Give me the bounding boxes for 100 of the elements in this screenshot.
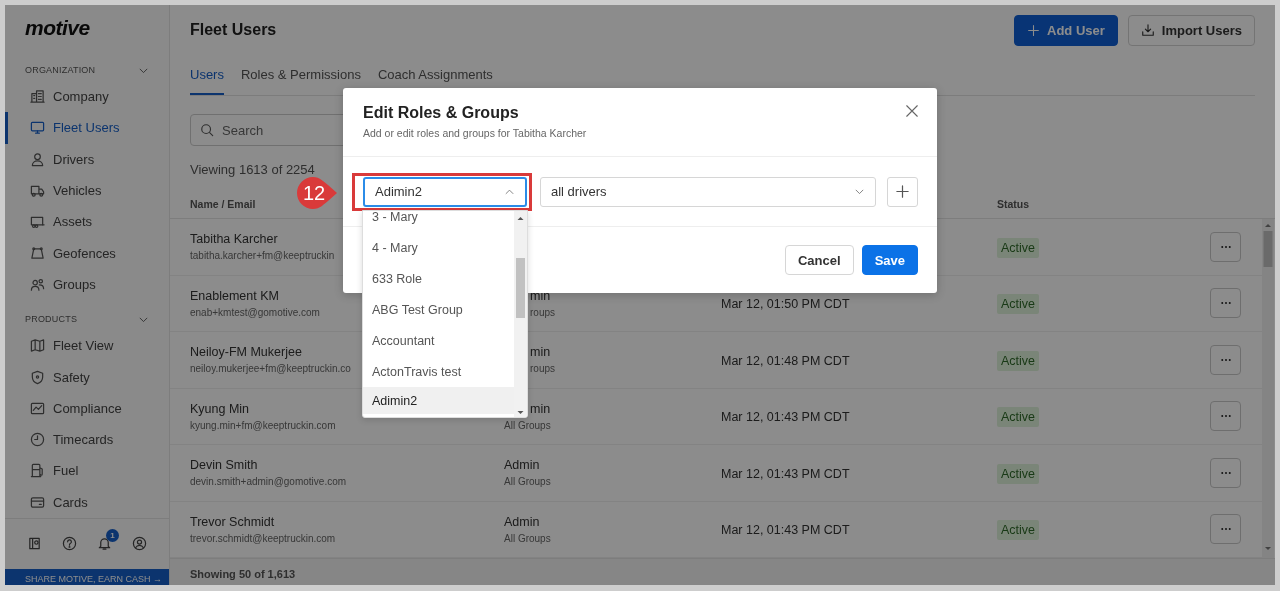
status-badge: Active xyxy=(997,237,1040,258)
nav-item[interactable]: Company xyxy=(5,81,169,113)
truck-icon xyxy=(30,183,45,199)
plus-icon xyxy=(895,184,910,199)
group-select[interactable]: all drivers xyxy=(540,176,876,207)
cancel-button[interactable]: Cancel xyxy=(785,245,854,275)
user-name: Kyung Min xyxy=(190,401,250,416)
nav-item[interactable]: Vehicles xyxy=(5,174,169,207)
section-title: ORGANIZATION xyxy=(25,65,96,75)
user-email: kyung.min+fm@keeptruckin.com xyxy=(190,419,336,431)
chart-icon xyxy=(30,400,45,416)
role-select[interactable]: Adimin2 xyxy=(363,176,527,207)
user-groups: roups xyxy=(530,363,555,375)
bell-icon[interactable] xyxy=(97,536,112,552)
user-groups: roups xyxy=(530,306,555,318)
promo-banner[interactable]: SHARE MOTIVE, EARN CASH → xyxy=(5,568,169,585)
add-user-button[interactable]: Add User xyxy=(1014,14,1118,46)
plus-icon xyxy=(1027,23,1040,37)
tab[interactable]: Roles & Permissions xyxy=(240,55,361,95)
nav-item[interactable]: Drivers xyxy=(5,143,169,175)
result-count: Viewing 1613 of 2254 xyxy=(190,161,316,179)
step-marker: 12 xyxy=(295,176,339,210)
nav-item[interactable]: Timecards xyxy=(5,423,169,456)
credit-card-icon xyxy=(30,494,45,510)
building-icon xyxy=(30,89,45,105)
user-name: Neiloy-FM Mukerjee xyxy=(190,345,302,360)
trailer-icon xyxy=(30,214,45,230)
pagination-summary: Showing 50 of 1,613 xyxy=(190,567,296,580)
last-active: Mar 12, 01:43 PM CDT xyxy=(721,410,850,425)
status-badge: Active xyxy=(997,294,1040,315)
last-active: Mar 12, 01:48 PM CDT xyxy=(721,353,850,368)
dropdown-option[interactable]: ActonTravis test xyxy=(363,356,514,387)
person-icon xyxy=(30,151,45,167)
map-icon xyxy=(30,338,45,354)
user-icon[interactable] xyxy=(132,536,147,552)
monitor-icon xyxy=(30,120,45,136)
user-role: Admin xyxy=(504,458,540,473)
nav-item[interactable]: Fleet View xyxy=(5,330,169,362)
user-name: Enablement KM xyxy=(190,288,279,303)
user-groups: All Groups xyxy=(504,419,551,431)
add-row-button[interactable] xyxy=(887,176,918,207)
save-button[interactable]: Save xyxy=(861,245,918,275)
column-header: Name / Email xyxy=(190,198,256,210)
user-email: devin.smith+admin@gomotive.com xyxy=(190,476,347,488)
column-header: Status xyxy=(997,198,1030,210)
user-role: min xyxy=(530,401,551,416)
dropdown-option[interactable]: 3 - Mary xyxy=(363,211,514,232)
shield-icon xyxy=(30,369,45,385)
last-active: Mar 12, 01:50 PM CDT xyxy=(721,297,850,312)
help-icon[interactable] xyxy=(62,536,77,552)
people-icon xyxy=(30,276,45,292)
nav-item[interactable]: Groups xyxy=(5,268,169,301)
nav-item[interactable]: Compliance xyxy=(5,392,169,424)
page-title: Fleet Users xyxy=(190,21,277,39)
map-book-icon[interactable] xyxy=(27,536,42,552)
section-title: PRODUCTS xyxy=(25,314,78,325)
status-badge: Active xyxy=(997,350,1040,371)
user-email: trevor.schmidt@keeptruckin.com xyxy=(190,532,336,544)
last-active: Mar 12, 01:43 PM CDT xyxy=(721,466,850,481)
more-icon xyxy=(1219,357,1232,362)
close-icon xyxy=(905,104,919,118)
user-email: enab+kmtest@gomotive.com xyxy=(190,306,320,318)
last-active: Mar 12, 01:43 PM CDT xyxy=(721,523,850,538)
status-badge: Active xyxy=(997,463,1040,484)
notification-badge: 1 xyxy=(106,529,119,543)
user-email: tabitha.karcher+fm@keeptruckin xyxy=(190,250,335,262)
tab[interactable]: Users xyxy=(190,55,224,95)
dropdown-option[interactable]: Adimin2 xyxy=(363,387,514,414)
logo: motive xyxy=(25,16,90,40)
user-groups: All Groups xyxy=(504,532,551,544)
more-icon xyxy=(1219,244,1232,249)
nav-item[interactable]: Fuel xyxy=(5,455,169,487)
nav-item[interactable]: Fleet Users xyxy=(5,112,169,144)
user-role: min xyxy=(530,288,551,303)
user-name: Tabitha Karcher xyxy=(190,232,278,247)
dropdown-option[interactable]: Accountant xyxy=(363,325,514,356)
user-name: Trevor Schmidt xyxy=(190,514,275,529)
dropdown-option[interactable]: 633 Role xyxy=(363,263,514,294)
more-icon xyxy=(1219,414,1232,419)
nav-item[interactable]: Assets xyxy=(5,206,169,238)
close-button[interactable] xyxy=(905,104,919,118)
import-icon xyxy=(1140,23,1155,37)
geofence-icon xyxy=(30,245,45,261)
nav-item[interactable]: Geofences xyxy=(5,237,169,269)
nav-item[interactable]: Safety xyxy=(5,361,169,393)
scrollbar[interactable] xyxy=(514,211,527,417)
dropdown-option[interactable]: 4 - Mary xyxy=(363,232,514,263)
dropdown-option[interactable]: ABG Test Group xyxy=(363,294,514,325)
more-icon xyxy=(1219,301,1232,306)
clock-icon xyxy=(30,432,45,448)
user-role: Admin xyxy=(504,514,540,529)
fuel-pump-icon xyxy=(30,463,45,479)
nav-item[interactable]: Cards xyxy=(5,486,169,518)
user-email: neiloy.mukerjee+fm@keeptruckin.co xyxy=(190,363,351,375)
more-icon xyxy=(1219,527,1232,532)
scrollbar[interactable] xyxy=(1262,219,1274,558)
user-name: Devin Smith xyxy=(190,458,258,473)
user-groups: All Groups xyxy=(504,476,551,488)
import-users-button[interactable]: Import Users xyxy=(1127,14,1255,46)
more-icon xyxy=(1219,470,1232,475)
